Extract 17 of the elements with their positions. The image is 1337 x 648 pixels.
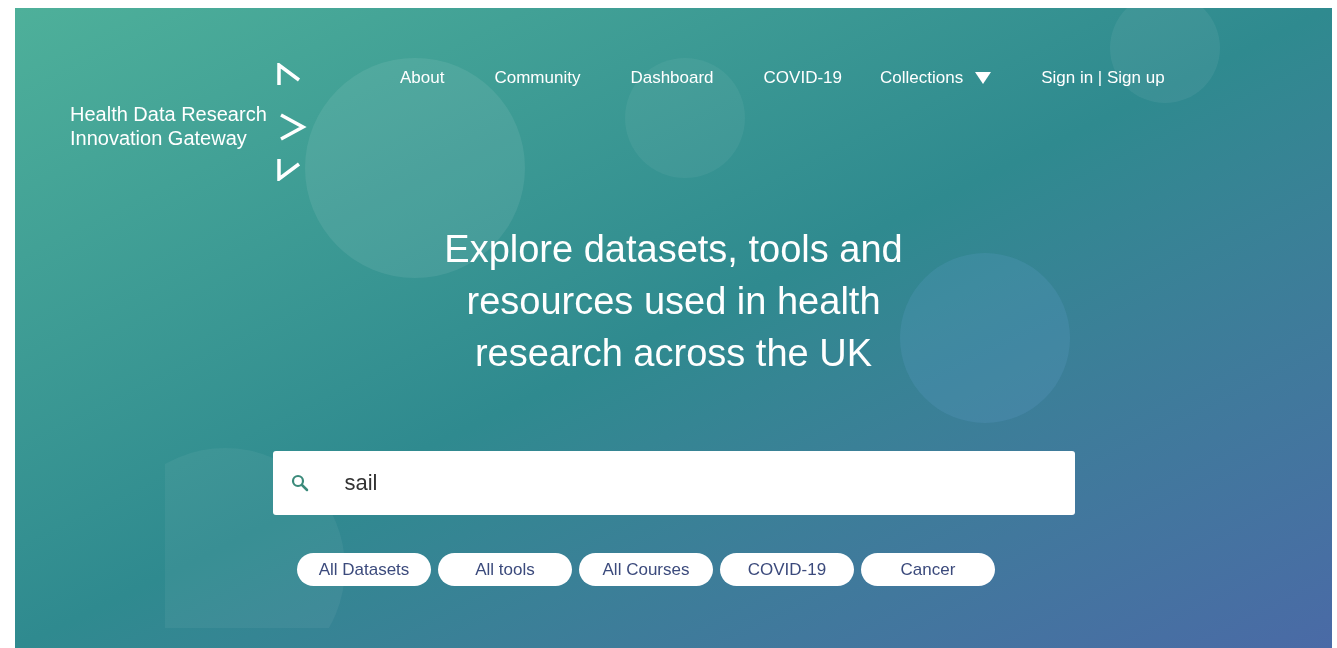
- search-field[interactable]: sail: [272, 451, 1075, 515]
- filter-chip[interactable]: All tools: [438, 553, 572, 586]
- chevrons-logo-icon: [276, 63, 307, 181]
- filter-chip[interactable]: Cancer: [861, 553, 995, 586]
- caret-icon: [975, 71, 992, 84]
- logo-text[interactable]: Health Data Research Innovation Gateway: [70, 102, 267, 150]
- nav-link[interactable]: Sign in | Sign up: [1041, 65, 1165, 91]
- nav-link[interactable]: Community: [494, 65, 581, 91]
- nav-link[interactable]: COVID-19: [763, 65, 842, 91]
- filter-chip[interactable]: All Courses: [579, 553, 713, 586]
- nav-link[interactable]: Dashboard: [630, 65, 714, 91]
- filter-chip[interactable]: All Datasets: [297, 553, 431, 586]
- filter-chip[interactable]: COVID-19: [720, 553, 854, 586]
- search-icon: [290, 474, 309, 492]
- nav-link[interactable]: About: [400, 65, 445, 91]
- headline: Explore datasets, tools and resources used in health research across the UK: [443, 227, 904, 376]
- collections-dropdown[interactable]: Collections: [880, 65, 992, 91]
